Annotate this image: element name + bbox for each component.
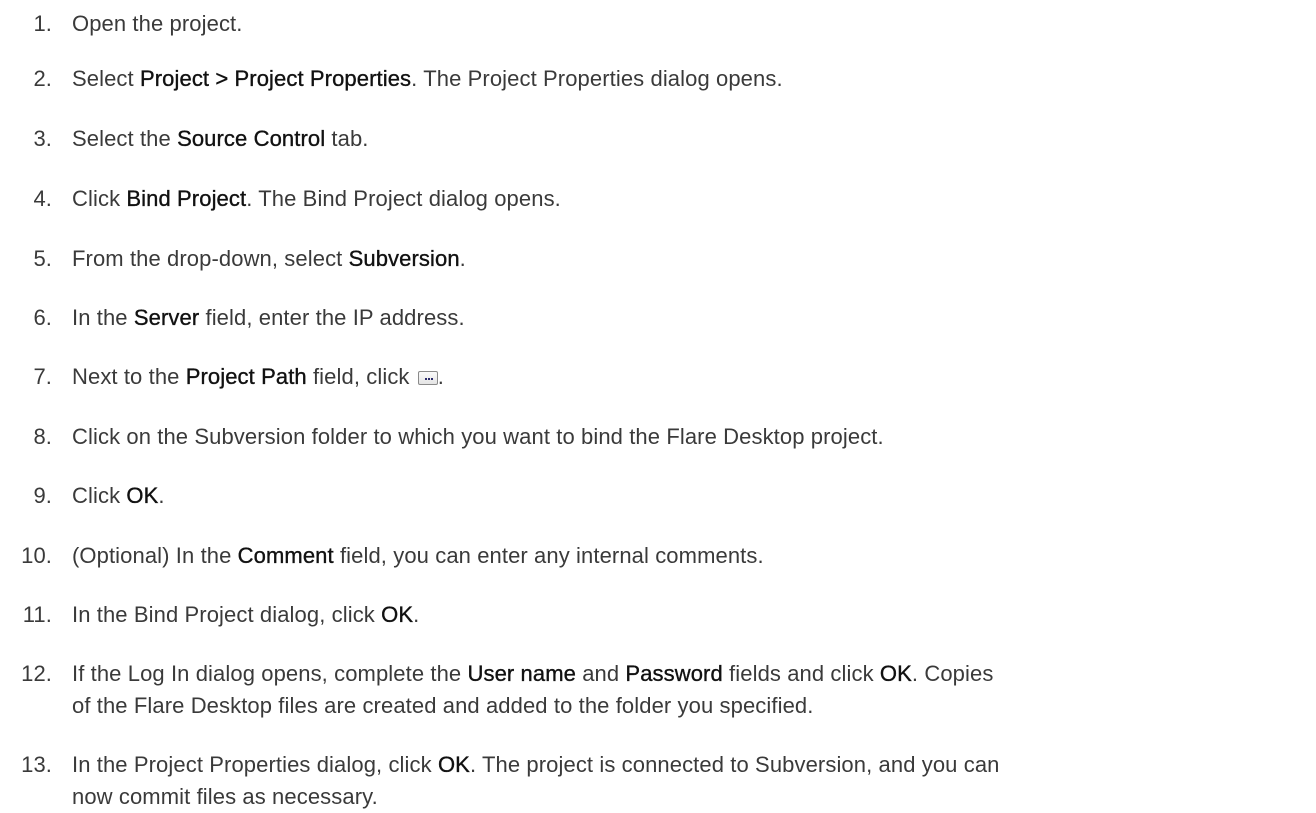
step-text: now commit files as necessary. <box>72 784 378 809</box>
step-text: In the <box>72 305 134 330</box>
step-text: . <box>437 364 444 389</box>
ui-term-emphasis: Project > Project Properties <box>139 66 412 91</box>
step-text: . <box>459 246 466 271</box>
ui-term-emphasis: OK <box>381 602 414 627</box>
ui-term-emphasis: User name <box>467 661 576 686</box>
step-text: tab. <box>325 126 369 151</box>
step-text: fields and click <box>722 661 880 686</box>
ui-term-emphasis: OK <box>126 483 159 508</box>
step-text: Next to the <box>72 364 186 389</box>
step-text: Select the <box>72 126 178 151</box>
step-body: In the Bind Project dialog, click OK. <box>72 599 1316 631</box>
step-number: 3. <box>33 126 52 151</box>
step-text: (Optional) In the <box>72 543 238 568</box>
step-text: Click <box>72 483 127 508</box>
step-number: 4. <box>33 186 52 211</box>
step-text: Click <box>72 186 127 211</box>
step-body: Click Bind Project. The Bind Project dia… <box>72 183 1316 215</box>
ui-term-emphasis: Password <box>625 661 723 686</box>
ui-term-emphasis: Source Control <box>177 126 326 151</box>
step-text: If the Log In dialog opens, complete the <box>72 661 468 686</box>
step-line: now commit files as necessary. <box>72 781 1316 813</box>
step-body: Click on the Subversion folder to which … <box>72 421 1316 453</box>
step-body: From the drop-down, select Subversion. <box>72 243 1316 275</box>
step-line: In the Project Properties dialog, click … <box>72 749 1316 781</box>
browse-ellipsis-icon <box>417 371 438 385</box>
step-body: Select the Source Control tab. <box>72 123 1316 155</box>
step-body: In the Project Properties dialog, click … <box>72 749 1316 813</box>
step-text: field, click <box>306 364 416 389</box>
ui-term-emphasis: OK <box>879 661 912 686</box>
ui-term-emphasis: Server <box>133 305 200 330</box>
step-text: In the Bind Project dialog, click <box>72 602 382 627</box>
step-body: Click OK. <box>72 480 1316 512</box>
ui-term-emphasis: Comment <box>237 543 334 568</box>
step-number: 10. <box>21 543 52 568</box>
step-text: of the Flare Desktop files are created a… <box>72 693 814 718</box>
step-body: Select Project > Project Properties. The… <box>72 63 1316 95</box>
step-number: 6. <box>33 305 52 330</box>
step-line: If the Log In dialog opens, complete the… <box>72 658 1316 690</box>
step-number: 9. <box>33 483 52 508</box>
ui-term-emphasis: Bind Project <box>126 186 247 211</box>
step-body: (Optional) In the Comment field, you can… <box>72 540 1316 572</box>
step-text: . The Bind Project dialog opens. <box>246 186 561 211</box>
step-line: of the Flare Desktop files are created a… <box>72 690 1316 722</box>
step-number: 5. <box>33 246 52 271</box>
ui-term-emphasis: OK <box>437 752 470 777</box>
step-body: Open the project. <box>72 8 1316 40</box>
step-body: In the Server field, enter the IP addres… <box>72 302 1316 334</box>
step-number: 12. <box>21 661 52 686</box>
step-text: Click on the Subversion folder to which … <box>72 424 884 449</box>
step-number: 1. <box>33 11 52 36</box>
step-text: Open the project. <box>72 11 243 36</box>
step-text: . Copies <box>911 661 994 686</box>
step-text: field, you can enter any internal commen… <box>333 543 764 568</box>
step-number: 13. <box>21 752 52 777</box>
step-text: In the Project Properties dialog, click <box>72 752 438 777</box>
step-number: 11. <box>22 602 52 627</box>
step-text: field, enter the IP address. <box>199 305 465 330</box>
step-text: . <box>413 602 420 627</box>
ui-term-emphasis: Project Path <box>185 364 307 389</box>
ui-term-emphasis: Subversion <box>348 246 460 271</box>
step-text: Select <box>72 66 140 91</box>
step-text: . <box>158 483 165 508</box>
step-number: 8. <box>33 424 52 449</box>
step-body: If the Log In dialog opens, complete the… <box>72 658 1316 722</box>
step-text: and <box>575 661 626 686</box>
step-text: . The project is connected to Subversion… <box>469 752 1000 777</box>
step-number: 2. <box>33 66 52 91</box>
step-body: Next to the Project Path field, click . <box>72 361 1316 393</box>
step-text: . The Project Properties dialog opens. <box>411 66 783 91</box>
step-text: From the drop-down, select <box>72 246 349 271</box>
step-number: 7. <box>33 364 52 389</box>
